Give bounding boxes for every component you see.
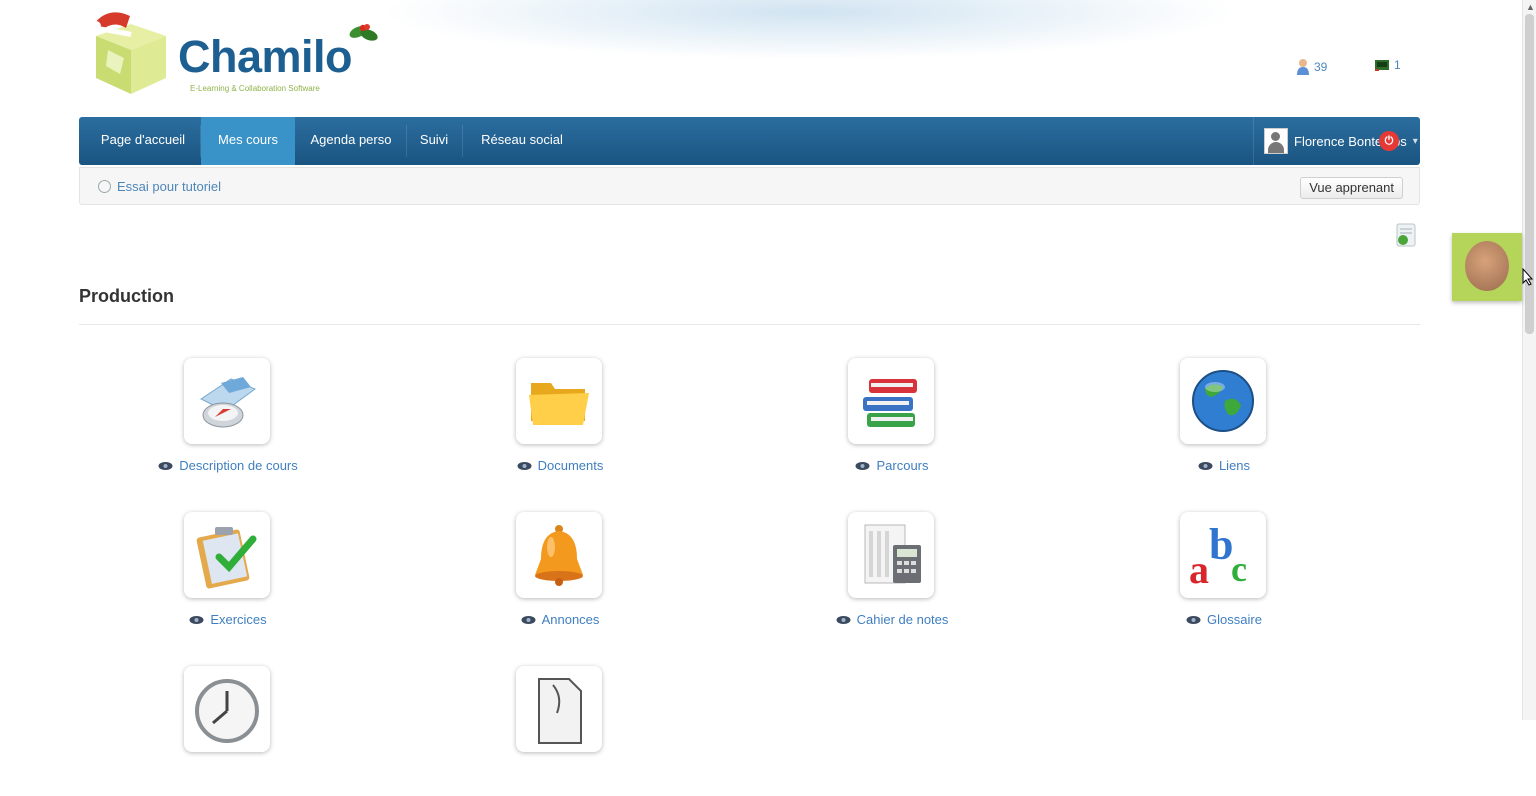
header-banner-decoration	[380, 0, 1240, 60]
chevron-down-icon: ▾	[1412, 135, 1418, 147]
svg-text:a: a	[1189, 547, 1209, 591]
tool-tile[interactable]	[516, 358, 602, 444]
page-header: Chamilo E-Learning & Collaboration Softw…	[0, 0, 1536, 115]
avatar-face	[1465, 241, 1509, 291]
main-navbar: Page d'accueil Mes cours Agenda perso Su…	[79, 117, 1420, 165]
nav-my-courses[interactable]: Mes cours	[201, 117, 295, 165]
tool-tile[interactable]	[516, 666, 602, 752]
visibility-eye-icon[interactable]	[517, 461, 532, 470]
edit-course-icon[interactable]	[1394, 222, 1418, 248]
tool-label-text: Exercices	[210, 612, 267, 627]
folder-icon	[529, 383, 589, 425]
tool-gradebook[interactable]: Cahier de notes	[742, 512, 1042, 642]
tool-tile[interactable]	[848, 358, 934, 444]
users-online-count: 39	[1314, 60, 1328, 74]
tool-label-text: Liens	[1218, 458, 1251, 473]
tool-exercises[interactable]: Exercices	[78, 512, 378, 642]
tool-link[interactable]: Cahier de notes	[742, 612, 1042, 627]
visibility-eye-icon[interactable]	[158, 461, 173, 470]
tool-tile[interactable]	[516, 512, 602, 598]
tool-tile[interactable]	[184, 512, 270, 598]
breadcrumb-course[interactable]: Essai pour tutoriel	[98, 179, 221, 194]
tool-tile[interactable]	[184, 666, 270, 752]
gradebook-icon	[864, 524, 921, 584]
tool-documents[interactable]: Documents	[410, 358, 710, 488]
visibility-eye-icon[interactable]	[189, 615, 204, 624]
nav-divider	[462, 125, 463, 157]
tool-tile[interactable]: a b c	[1180, 512, 1266, 598]
tool-documents-secondary[interactable]	[410, 666, 710, 796]
course-description-icon	[200, 377, 257, 428]
tool-label-text: Parcours	[876, 458, 929, 473]
exercises-icon	[196, 527, 257, 589]
logo-wordmark: Chamilo	[178, 31, 353, 82]
tool-tile[interactable]	[184, 358, 270, 444]
breadcrumb-course-label: Essai pour tutoriel	[117, 179, 222, 194]
messages-count: 1	[1394, 58, 1401, 72]
document-icon	[538, 678, 582, 744]
tool-course-description[interactable]: Description de cours	[78, 358, 378, 488]
logo-cube-icon	[91, 12, 166, 94]
tool-glossary[interactable]: a b c Glossaire	[1074, 512, 1374, 642]
messages-indicator[interactable]: 1	[1374, 58, 1401, 72]
user-icon	[1297, 59, 1309, 75]
tool-link[interactable]: Glossaire	[1074, 612, 1374, 627]
user-menu-dropdown[interactable]: Florence Bontemps ▾	[1253, 117, 1439, 165]
nav-divider	[406, 125, 407, 157]
tool-link[interactable]: Description de cours	[78, 458, 378, 473]
holly-decoration-icon	[349, 24, 378, 41]
logo-tagline: E-Learning & Collaboration Software	[190, 84, 320, 93]
glossary-icon: a b c	[1189, 520, 1247, 591]
books-icon	[863, 379, 917, 427]
mouse-cursor-icon	[1522, 268, 1534, 286]
visibility-eye-icon[interactable]	[855, 461, 870, 470]
breadcrumb: Essai pour tutoriel Vue apprenant	[79, 167, 1420, 205]
tool-tile[interactable]	[1180, 358, 1266, 444]
chamilo-logo[interactable]: Chamilo E-Learning & Collaboration Softw…	[86, 6, 386, 98]
visibility-eye-icon[interactable]	[1198, 461, 1213, 470]
user-avatar	[1264, 128, 1288, 154]
tool-label-text: Documents	[537, 458, 604, 473]
clock-icon	[195, 679, 259, 743]
svg-text:c: c	[1231, 549, 1247, 589]
tool-label-text: Cahier de notes	[856, 612, 949, 627]
tool-label-text: Description de cours	[179, 458, 298, 473]
tool-label-text: Annonces	[541, 612, 600, 627]
tool-link[interactable]: Liens	[1074, 458, 1374, 473]
tool-learning-paths[interactable]: Parcours	[742, 358, 1042, 488]
visibility-eye-icon[interactable]	[1186, 615, 1201, 624]
nav-home[interactable]: Page d'accueil	[87, 117, 199, 165]
student-view-button[interactable]: Vue apprenant	[1300, 177, 1403, 199]
tool-label-text: Glossaire	[1207, 612, 1262, 627]
course-icon	[98, 180, 111, 193]
bell-icon	[535, 525, 583, 586]
floating-avatar-widget[interactable]	[1452, 233, 1522, 301]
visibility-eye-icon[interactable]	[521, 615, 536, 624]
section-title: Production	[79, 286, 174, 306]
tool-announcements[interactable]: Annonces	[410, 512, 710, 642]
tool-link[interactable]: Annonces	[410, 612, 710, 627]
tool-tile[interactable]	[848, 512, 934, 598]
users-online-indicator[interactable]: 39	[1296, 58, 1327, 76]
globe-icon	[1192, 370, 1254, 432]
section-divider	[79, 324, 1420, 325]
tool-agenda[interactable]	[78, 666, 378, 796]
tool-links[interactable]: Liens	[1074, 358, 1374, 488]
logout-icon[interactable]: ⏻	[1379, 131, 1399, 151]
svg-text:b: b	[1209, 520, 1233, 569]
tool-link[interactable]: Parcours	[742, 458, 1042, 473]
nav-personal-agenda[interactable]: Agenda perso	[297, 117, 405, 165]
tool-link[interactable]: Exercices	[78, 612, 378, 627]
tool-link[interactable]: Documents	[410, 458, 710, 473]
nav-tracking[interactable]: Suivi	[409, 117, 459, 165]
visibility-eye-icon[interactable]	[836, 615, 851, 624]
nav-social-network[interactable]: Réseau social	[465, 117, 579, 165]
inbox-icon	[1375, 60, 1389, 71]
